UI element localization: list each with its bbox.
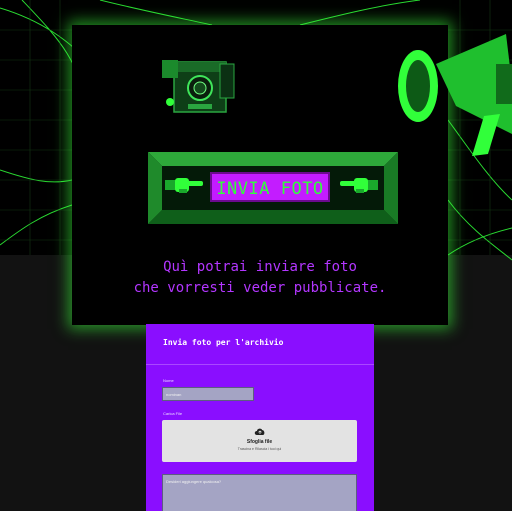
pointing-hand-icon [165,178,203,193]
invia-foto-button[interactable]: INVIA FOTO [210,172,330,202]
pointing-hand-icon [340,178,378,193]
cloud-upload-icon [254,428,265,435]
browse-files-button[interactable]: Sfoglia file [162,439,357,445]
file-label: Carica File [163,411,183,416]
tagline-line: Quì potrai inviare foto [163,259,357,275]
dropzone-hint: Trascina e Rilascia i tuoi qui [237,447,282,451]
hero-tagline: Quì potrai inviare foto che vorresti ved… [72,257,448,299]
megaphone-icon [398,34,512,156]
file-dropzone[interactable]: Sfoglia file Trascina e Rilascia i tuoi … [162,420,357,462]
form-divider [146,364,374,365]
tagline-line: che vorresti veder pubblicate. [133,280,387,296]
name-input[interactable]: nominan [162,387,254,401]
upload-form: Invia foto per l'archivio Nome nominan C… [146,324,374,511]
form-title: Invia foto per l'archivio [163,338,284,347]
camera-icon [162,60,235,113]
name-label: Nome [163,378,174,383]
notes-textarea[interactable]: Desideri aggiungere qualcosa? [162,474,357,511]
